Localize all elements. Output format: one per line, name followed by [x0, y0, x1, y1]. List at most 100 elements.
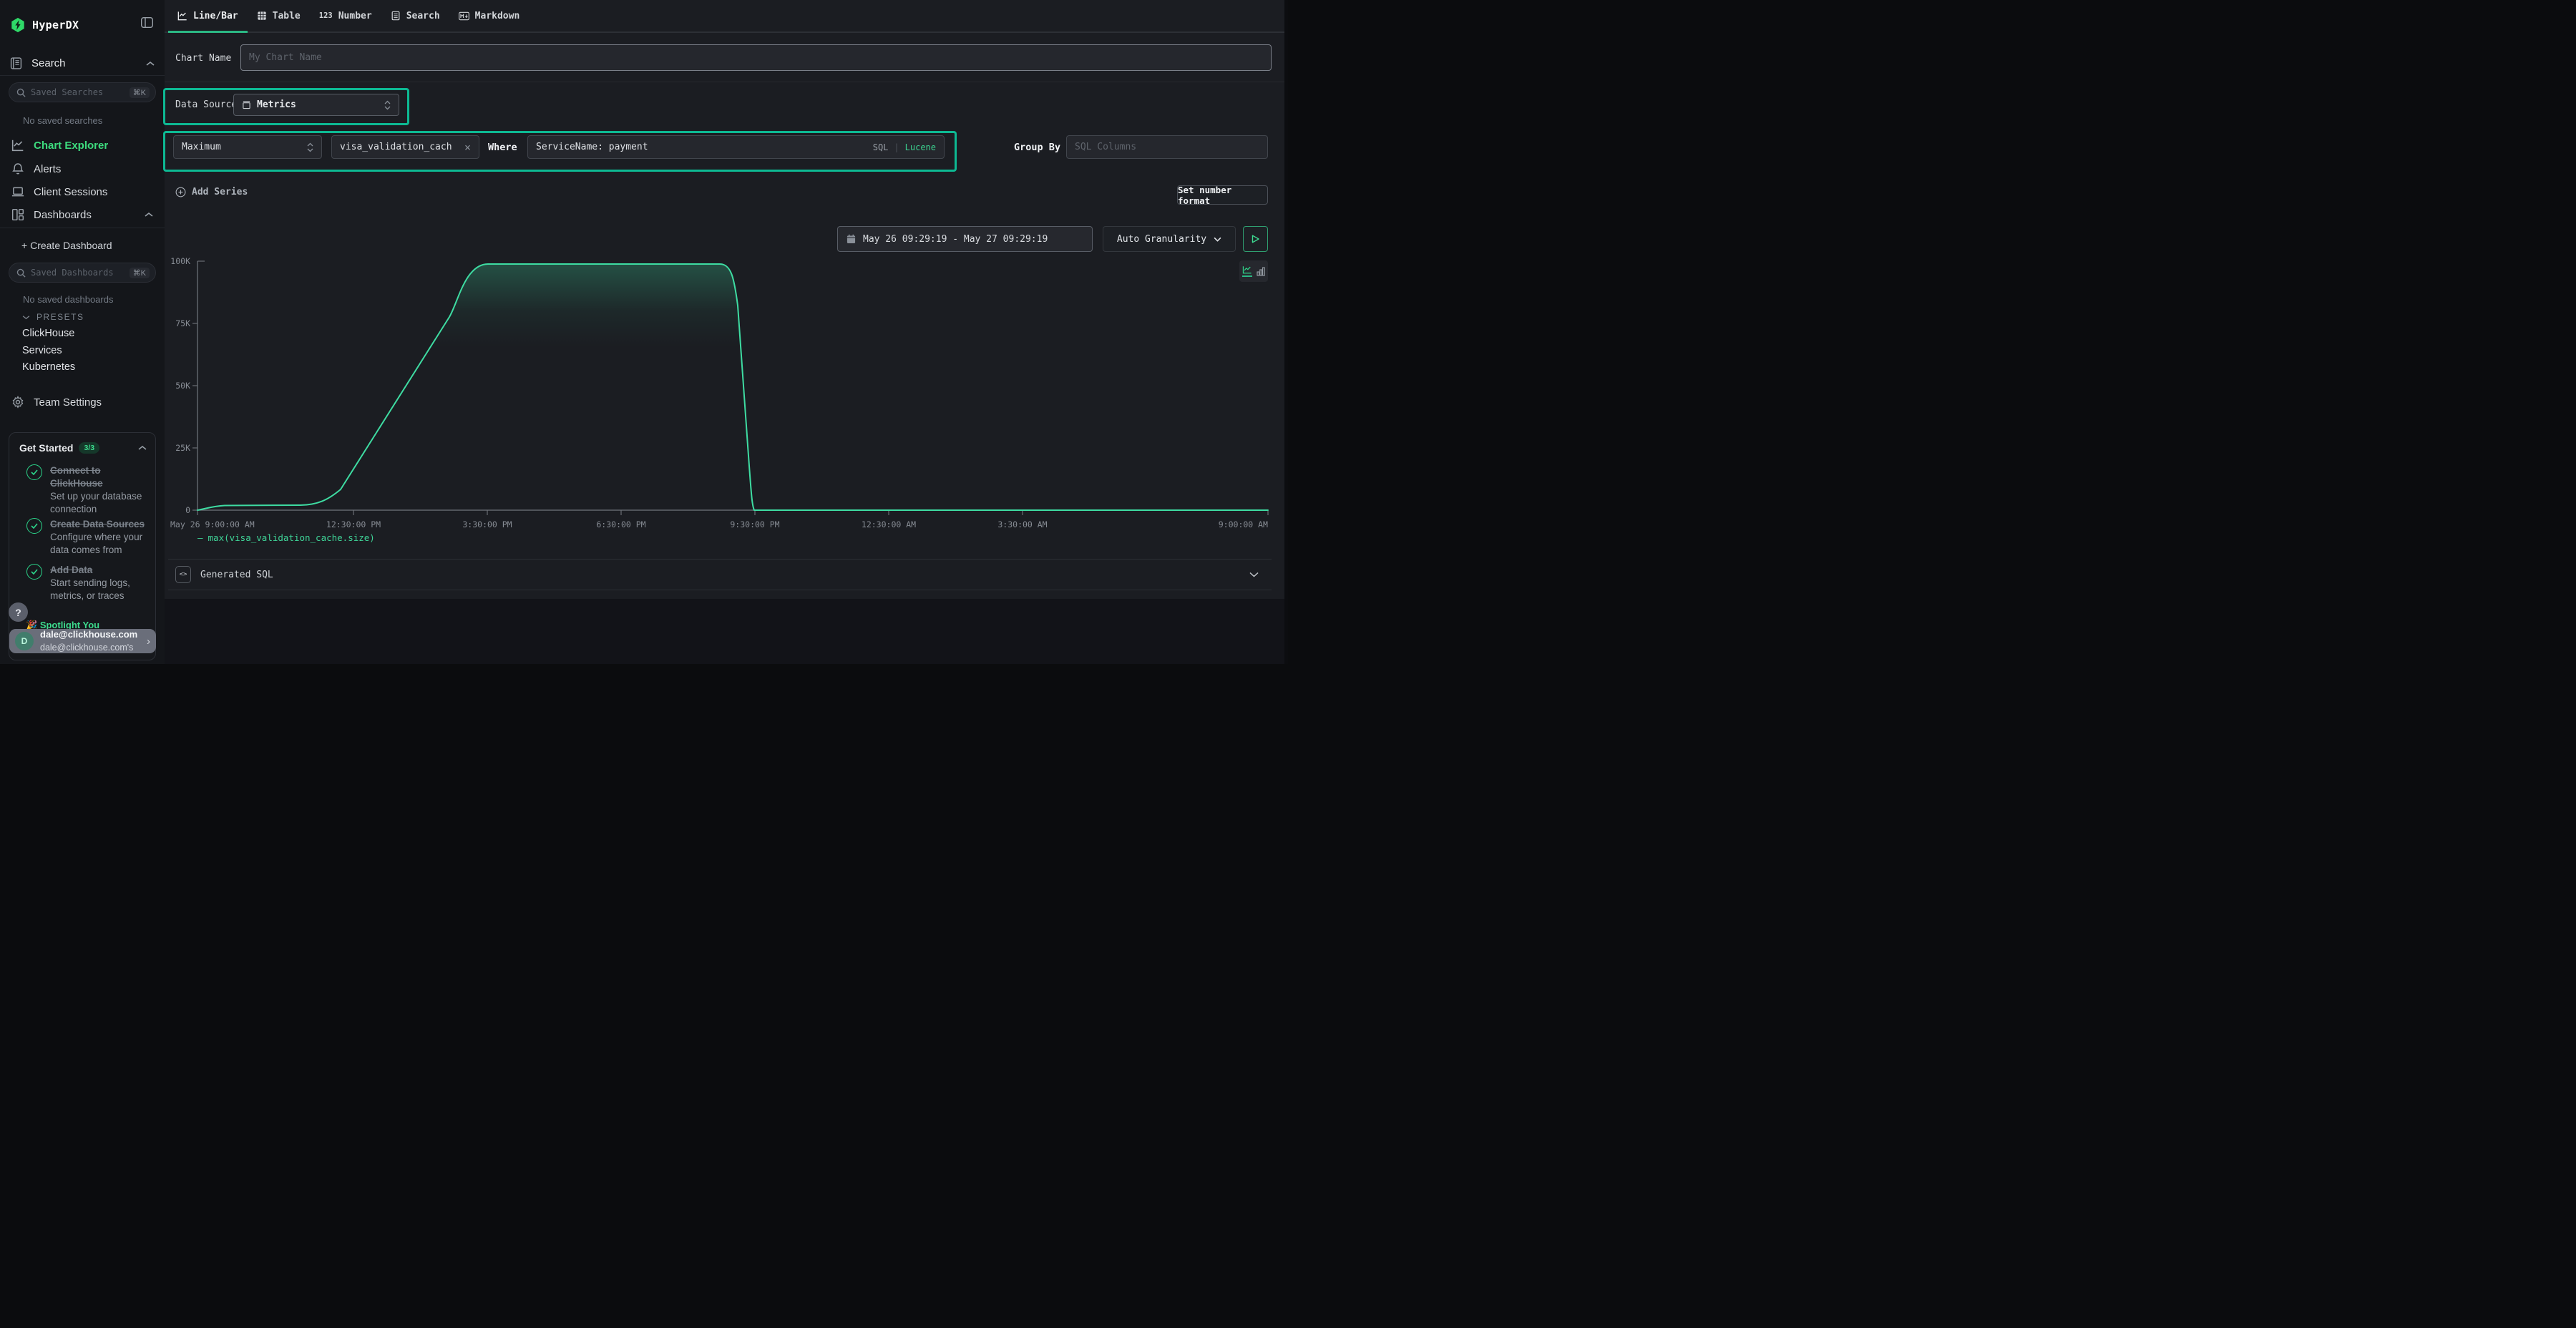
svg-text:75K: 75K [175, 318, 190, 328]
svg-text:May 26 9:00:00 AM: May 26 9:00:00 AM [170, 519, 255, 529]
aggregation-select[interactable]: Maximum [173, 135, 322, 159]
numbers-icon: 123 [319, 11, 333, 20]
svg-text:25K: 25K [175, 443, 190, 453]
get-started-item-title: Add Data [50, 565, 92, 575]
tab-label: Table [273, 11, 301, 21]
sql-mode-toggle[interactable]: SQL [873, 142, 889, 152]
get-started-item[interactable]: Add Data Start sending logs, metrics, or… [26, 564, 150, 602]
help-button[interactable]: ? [9, 602, 28, 622]
tab-markdown[interactable]: Markdown [449, 0, 530, 31]
chart-name-input[interactable] [249, 52, 1263, 63]
svg-text:9:30:00 PM: 9:30:00 PM [730, 519, 779, 529]
table-icon [257, 11, 267, 21]
where-value: ServiceName: payment [536, 142, 648, 152]
svg-text:50K: 50K [175, 381, 190, 391]
nav-label: Client Sessions [34, 186, 107, 198]
get-started-item[interactable]: Connect to ClickHouse Set up your databa… [26, 464, 150, 516]
presets-toggle[interactable]: PRESETS [22, 312, 84, 322]
confetti-emoji: 🎉 [26, 620, 37, 629]
calendar-icon [847, 234, 856, 244]
run-query-button[interactable] [1243, 226, 1268, 252]
bell-icon [11, 162, 24, 175]
data-source-select[interactable]: Metrics [233, 94, 399, 116]
play-icon [1252, 235, 1259, 243]
scrollbar-track[interactable] [1284, 0, 1288, 664]
sidebar-collapse-icon[interactable] [141, 17, 153, 28]
granularity-select[interactable]: Auto Granularity [1103, 226, 1236, 252]
chevron-down-icon [1249, 572, 1259, 577]
saved-searches-input[interactable]: Saved Searches ⌘K [9, 82, 156, 102]
nav-label: Dashboards [34, 209, 92, 221]
get-started-item-desc: Start sending logs, metrics, or traces [50, 577, 130, 601]
app-window: HyperDX Search Saved Searches ⌘K No save… [0, 0, 1288, 664]
no-saved-dashboards-text: No saved dashboards [23, 294, 113, 305]
sidebar-item-chart-explorer[interactable]: Chart Explorer [0, 135, 165, 155]
get-started-header[interactable]: Get Started 3/3 [19, 442, 147, 454]
legend-dash-icon: — [197, 532, 203, 543]
add-series-button[interactable]: Add Series [175, 187, 248, 197]
tab-label: Search [406, 11, 440, 21]
tab-line-bar[interactable]: Line/Bar [168, 0, 248, 31]
set-number-format-button[interactable]: Set number format [1177, 185, 1268, 205]
preset-clickhouse[interactable]: ClickHouse [22, 328, 74, 339]
y-axis-labels: 100K 75K 50K 25K 0 [170, 256, 190, 515]
metric-tag[interactable]: visa_validation_cach × [331, 135, 479, 159]
remove-metric-icon[interactable]: × [464, 141, 471, 154]
x-ticks [197, 510, 1268, 515]
sidebar-search-label: Search [31, 57, 66, 69]
page-background [165, 599, 1288, 664]
series-area-fill [197, 264, 1268, 510]
generated-sql-label: Generated SQL [200, 570, 273, 580]
date-range-picker[interactable]: May 26 09:29:19 - May 27 09:29:19 [837, 226, 1093, 252]
chevron-up-icon[interactable] [146, 61, 155, 67]
tab-label: Line/Bar [193, 11, 238, 21]
laptop-icon [11, 185, 24, 198]
nav-label: Alerts [34, 163, 61, 175]
line-chart-icon [177, 11, 187, 21]
app-logo[interactable]: HyperDX [10, 17, 79, 33]
chevron-up-icon[interactable] [145, 212, 153, 218]
hyperdx-logo-icon [10, 17, 26, 33]
sidebar-item-client-sessions[interactable]: Client Sessions [0, 182, 165, 202]
lucene-mode-toggle[interactable]: Lucene [905, 142, 936, 152]
sidebar: HyperDX Search Saved Searches ⌘K No save… [0, 0, 165, 664]
check-circle-icon [26, 564, 42, 580]
create-dashboard-button[interactable]: + Create Dashboard [21, 240, 112, 251]
team-settings-label: Team Settings [34, 396, 102, 409]
preset-kubernetes[interactable]: Kubernetes [22, 361, 75, 373]
saved-dashboards-placeholder: Saved Dashboards [31, 268, 125, 278]
tab-number[interactable]: 123 Number [310, 0, 381, 31]
shortcut-badge: ⌘K [130, 268, 150, 278]
select-chevrons-icon [384, 100, 391, 110]
sidebar-item-team-settings[interactable]: Team Settings [0, 392, 165, 412]
gear-icon [11, 396, 24, 409]
code-icon: <> [175, 566, 191, 583]
check-circle-icon [26, 464, 42, 480]
plus-circle-icon [175, 187, 186, 197]
chevron-down-icon [22, 315, 30, 320]
preset-services[interactable]: Services [22, 345, 62, 356]
get-started-item[interactable]: Create Data Sources Configure where your… [26, 518, 150, 557]
sidebar-item-dashboards[interactable]: Dashboards [0, 205, 165, 225]
timeseries-chart[interactable]: 100K 75K 50K 25K 0 May 26 9:00:00 AM 12:… [165, 254, 1288, 533]
chart-legend[interactable]: — max(visa_validation_cache.size) [197, 532, 375, 543]
metric-name: visa_validation_cach [340, 142, 452, 152]
saved-dashboards-input[interactable]: Saved Dashboards ⌘K [9, 263, 156, 283]
date-range-value: May 26 09:29:19 - May 27 09:29:19 [863, 234, 1048, 245]
generated-sql-toggle[interactable]: <> Generated SQL [168, 559, 1272, 590]
sidebar-section-search[interactable]: Search [10, 57, 155, 69]
sidebar-item-alerts[interactable]: Alerts [0, 159, 165, 179]
group-by-label: Group By [1014, 142, 1060, 153]
group-by-input[interactable] [1075, 142, 1259, 152]
svg-text:12:30:00 AM: 12:30:00 AM [862, 519, 916, 529]
main-content: Line/Bar Table 123 Number Search Markdow… [165, 0, 1288, 664]
dashboard-grid-icon [11, 208, 24, 221]
search-icon [16, 268, 26, 278]
tab-search[interactable]: Search [381, 0, 449, 31]
svg-text:6:30:00 PM: 6:30:00 PM [596, 519, 645, 529]
chevron-up-icon[interactable] [138, 445, 147, 451]
tab-table[interactable]: Table [248, 0, 310, 31]
create-dashboard-label: Create Dashboard [30, 240, 112, 251]
user-menu[interactable]: D dale@clickhouse.com dale@clickhouse.co… [9, 629, 156, 653]
where-input[interactable]: ServiceName: payment SQL | Lucene [527, 135, 945, 159]
